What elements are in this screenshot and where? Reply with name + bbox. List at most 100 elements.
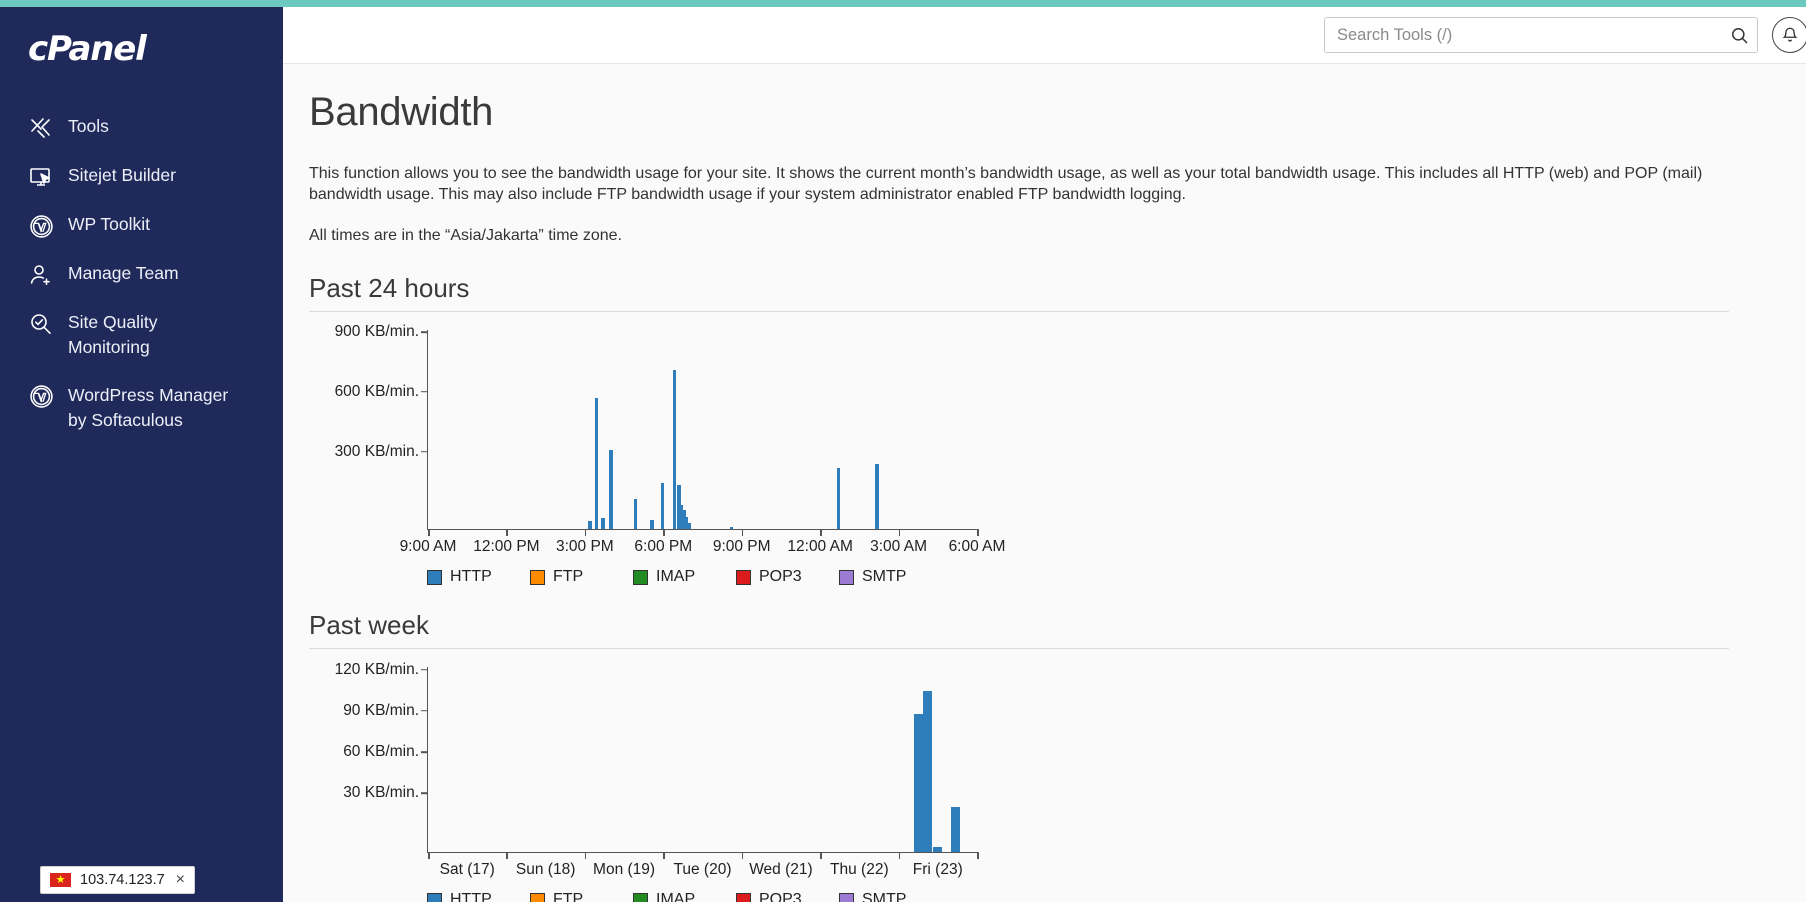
tools-icon	[28, 115, 54, 141]
x-axis-tick	[898, 852, 901, 860]
legend-swatch-icon	[633, 569, 648, 585]
ip-address-label: 103.74.123.7	[80, 872, 165, 888]
bell-icon[interactable]	[1772, 17, 1806, 53]
y-axis-tick-label: 900 KB/min.	[335, 323, 428, 341]
x-axis-tick-label: 12:00 PM	[473, 538, 540, 556]
legend-item-ftp[interactable]: FTP	[530, 568, 633, 586]
x-axis-tick-label: Wed (21)	[749, 861, 813, 879]
monitor-cursor-icon	[28, 164, 54, 190]
x-axis-tick	[428, 529, 430, 537]
x-axis-tick	[506, 529, 509, 537]
y-axis-tick-label: 90 KB/min.	[343, 702, 428, 720]
legend-item-imap[interactable]: IMAP	[633, 891, 736, 902]
sidebar-item-label: Site Quality Monitoring	[68, 312, 158, 358]
chart-bar	[687, 523, 692, 530]
legend-item-pop3[interactable]: POP3	[736, 568, 839, 586]
x-axis-tick	[584, 852, 587, 860]
legend-item-http[interactable]: HTTP	[427, 568, 530, 586]
sidebar-nav: Tools Sitejet Builder WP Toolkit Manage …	[0, 103, 283, 445]
cpanel-logo[interactable]: cPanel	[28, 29, 283, 69]
page-content: Bandwidth This function allows you to se…	[283, 64, 1806, 902]
x-axis-tick	[977, 529, 979, 537]
x-axis-tick-label: Tue (20)	[673, 861, 732, 879]
legend-item-pop3[interactable]: POP3	[736, 891, 839, 902]
search-input[interactable]	[1324, 17, 1758, 53]
chart-bar	[660, 483, 665, 530]
chart-bar	[837, 467, 841, 530]
page-title: Bandwidth	[309, 90, 494, 134]
wordpress-icon	[28, 213, 54, 239]
x-axis-tick	[663, 852, 665, 860]
x-axis-tick	[820, 852, 822, 860]
chart-bar	[923, 690, 933, 853]
legend-label: IMAP	[656, 568, 696, 586]
y-axis-tick-label: 60 KB/min.	[343, 743, 428, 761]
chart-plot-area-past-24-hours: 300 KB/min. 600 KB/min. 900 KB/min. 9:00 AM…	[335, 323, 1006, 555]
sidebar-item-manage-team[interactable]: Manage Team	[0, 250, 283, 299]
x-axis-tick-label: Mon (19)	[593, 861, 656, 879]
legend-label: IMAP	[656, 891, 696, 902]
sidebar-item-label: WP Toolkit	[68, 214, 151, 234]
sidebar-item-wp-toolkit[interactable]: WP Toolkit	[0, 201, 283, 250]
chart-bar	[933, 846, 943, 853]
legend-swatch-icon	[839, 569, 854, 585]
legend-swatch-icon	[530, 569, 545, 585]
sidebar-item-label: Tools	[68, 116, 109, 136]
sidebar: cPanel Tools Sitejet Builder WP Toolkit …	[0, 0, 283, 902]
x-axis-tick-label: 6:00 PM	[634, 538, 693, 556]
legend-swatch-icon	[633, 892, 648, 902]
legend-label: SMTP	[862, 891, 907, 902]
chart-bar	[951, 807, 961, 853]
x-axis-tick-label: 9:00 PM	[712, 538, 771, 556]
legend-item-http[interactable]: HTTP	[427, 891, 530, 902]
close-icon[interactable]: ×	[176, 871, 185, 889]
x-axis-tick	[820, 529, 822, 537]
x-axis-tick	[741, 529, 744, 537]
x-axis-tick-label: Thu (22)	[830, 861, 889, 879]
user-plus-icon	[28, 262, 54, 288]
legend-item-imap[interactable]: IMAP	[633, 568, 736, 586]
legend-label: FTP	[553, 891, 584, 902]
legend-swatch-icon	[530, 892, 545, 902]
ip-status-chip[interactable]: ★ 103.74.123.7 ×	[40, 866, 196, 894]
x-axis-tick-label: 12:00 AM	[787, 538, 853, 556]
chart-bar	[633, 499, 638, 530]
legend-item-smtp[interactable]: SMTP	[839, 891, 942, 902]
x-axis-tick	[428, 852, 430, 860]
chart-bar	[588, 521, 592, 530]
x-axis-tick-label: 6:00 AM	[948, 538, 1006, 556]
wordpress-icon	[28, 384, 54, 410]
sidebar-item-wordpress-manager[interactable]: WordPress Manager by Softaculous	[0, 372, 283, 445]
legend-label: POP3	[759, 891, 802, 902]
x-axis-tick-label: 9:00 AM	[399, 538, 457, 556]
chart-bar	[650, 520, 654, 530]
y-axis-tick-label: 600 KB/min.	[335, 383, 428, 401]
legend-item-ftp[interactable]: FTP	[530, 891, 633, 902]
legend-label: HTTP	[450, 891, 492, 902]
x-axis-tick	[977, 852, 979, 860]
search-icon[interactable]	[1728, 24, 1750, 46]
section-title-past-24-hours: Past 24 hours	[309, 273, 1729, 313]
x-axis-tick	[663, 529, 665, 537]
legend-swatch-icon	[427, 892, 442, 902]
legend-label: HTTP	[450, 568, 492, 586]
sidebar-item-label: Manage Team	[68, 263, 179, 283]
sidebar-item-sitejet-builder[interactable]: Sitejet Builder	[0, 152, 283, 201]
chart-plot-area-past-week: 30 KB/min. 60 KB/min. 90 KB/min. 120 KB/min…	[335, 661, 979, 878]
sidebar-item-tools[interactable]: Tools	[0, 103, 283, 152]
legend-label: FTP	[553, 568, 584, 586]
magnifier-check-icon	[28, 311, 54, 337]
legend-item-smtp[interactable]: SMTP	[839, 568, 942, 586]
x-axis-tick	[741, 852, 744, 860]
legend-label: POP3	[759, 568, 802, 586]
chart-legend-past-24-hours: HTTP FTP IMAP POP3 SMTP	[427, 568, 987, 586]
x-axis-tick	[584, 529, 587, 537]
topbar-accent-bar	[283, 0, 1806, 7]
vietnam-flag-icon: ★	[50, 873, 71, 887]
legend-swatch-icon	[839, 892, 854, 902]
legend-swatch-icon	[427, 569, 442, 585]
sidebar-item-site-quality-monitoring[interactable]: Site Quality Monitoring	[0, 299, 283, 372]
x-axis-tick-label: Fri (23)	[912, 861, 963, 879]
chart-bar	[913, 713, 923, 853]
sidebar-item-label: Sitejet Builder	[68, 165, 176, 185]
